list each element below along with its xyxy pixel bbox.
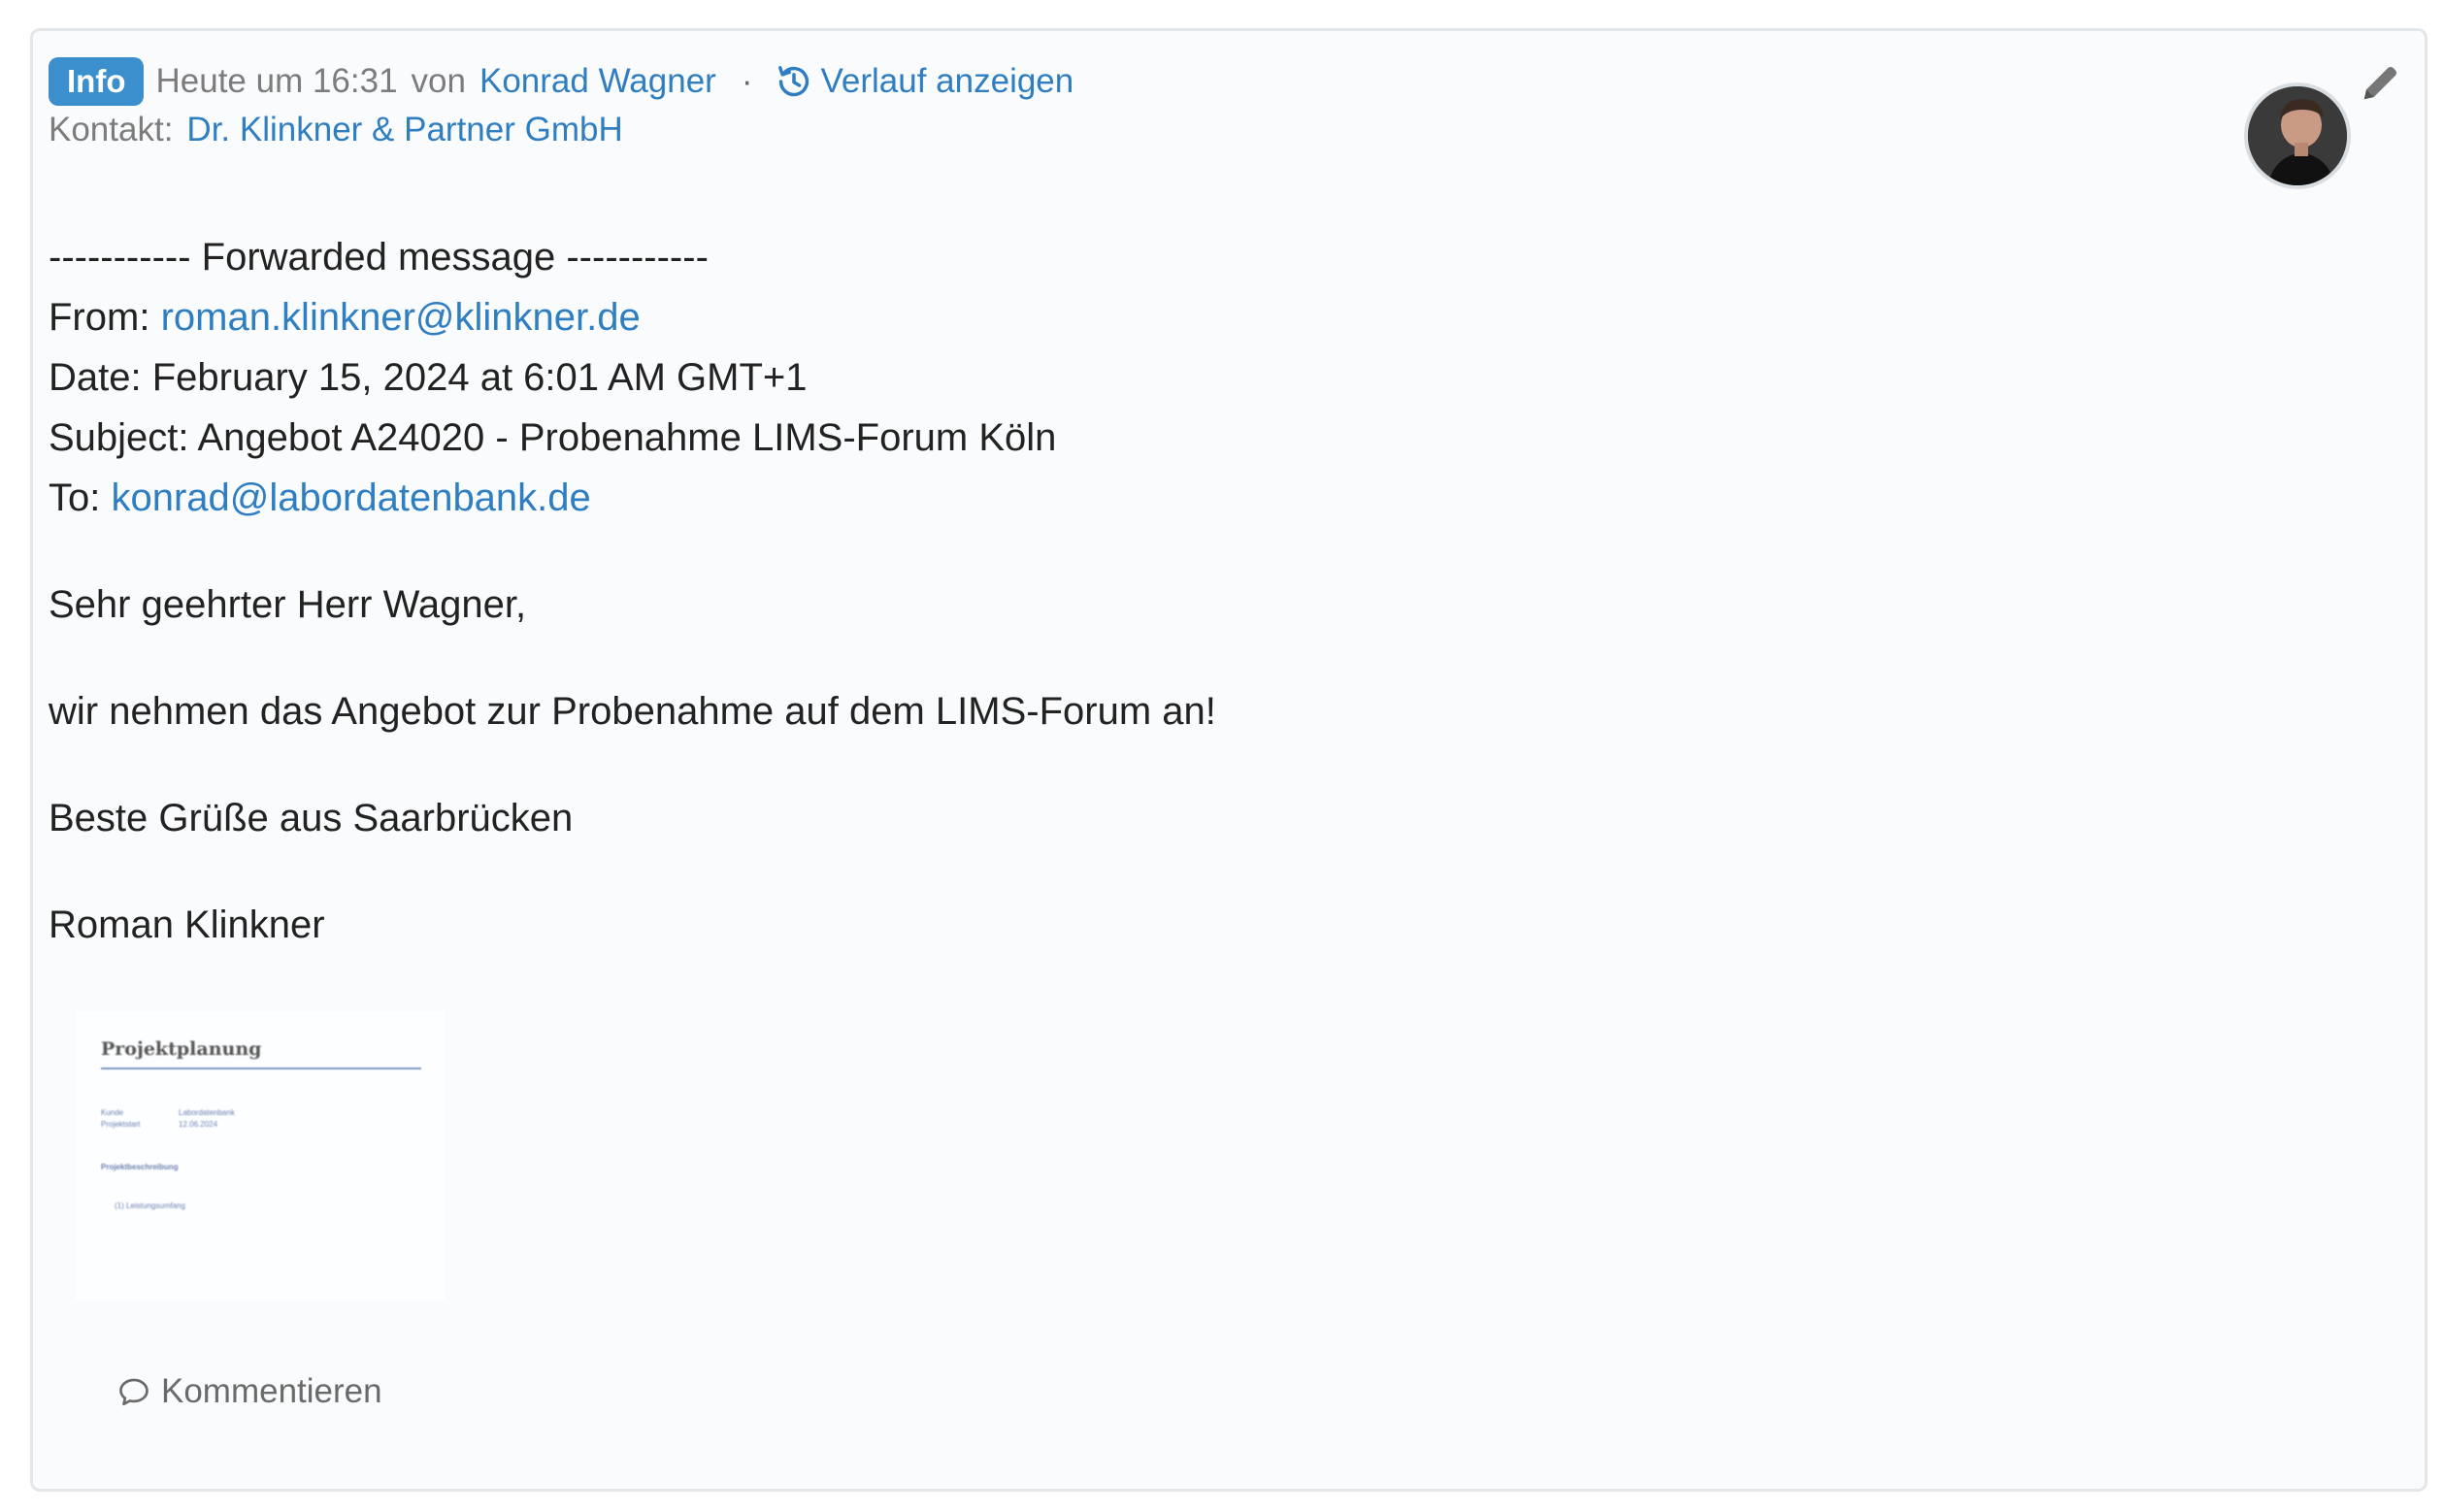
attachment-thumbnail[interactable]: Projektplanung Kunde Labordatenbank Proj… xyxy=(76,1011,445,1300)
history-icon xyxy=(776,63,812,100)
attachment-rule xyxy=(101,1068,421,1069)
from-label: From: xyxy=(49,296,150,339)
activity-meta: Info Heute um 16:31 von Konrad Wagner · … xyxy=(49,57,1073,154)
from-line: From: roman.klinkner@klinkner.de xyxy=(49,287,2281,347)
attachment-line1-value: Labordatenbank xyxy=(179,1108,235,1117)
attachment-section: Projektbeschreibung xyxy=(101,1163,179,1171)
body-text: wir nehmen das Angebot zur Probenahme au… xyxy=(49,690,1216,733)
by-label: von xyxy=(411,62,466,100)
message-body: ----------- Forwarded message ----------… xyxy=(49,227,2281,955)
greeting: Sehr geehrter Herr Wagner, xyxy=(49,583,527,626)
comment-label: Kommentieren xyxy=(161,1372,382,1410)
author-link[interactable]: Konrad Wagner xyxy=(479,57,716,106)
attachment-item: (1) Leistungsumfang xyxy=(115,1201,185,1210)
comment-button[interactable]: Kommentieren xyxy=(116,1372,382,1411)
history-link[interactable]: Verlauf anzeigen xyxy=(776,57,1073,106)
history-label: Verlauf anzeigen xyxy=(820,62,1074,100)
signature: Roman Klinkner xyxy=(49,904,325,946)
to-label: To: xyxy=(49,477,101,519)
pencil-icon[interactable] xyxy=(2359,60,2403,105)
contact-link[interactable]: Dr. Klinkner & Partner GmbH xyxy=(186,106,622,154)
to-line: To: konrad@labordatenbank.de xyxy=(49,468,2281,528)
comment-icon xyxy=(116,1374,151,1409)
attachment-line2-label: Projektstart xyxy=(101,1120,141,1129)
closing: Beste Grüße aus Saarbrücken xyxy=(49,797,574,839)
separator-dot: · xyxy=(741,62,753,100)
avatar[interactable] xyxy=(2244,82,2351,189)
subject-line: Subject: Angebot A24020 - Probenahme LIM… xyxy=(49,416,1057,459)
attachment-line2-value: 12.06.2024 xyxy=(179,1120,218,1129)
timestamp: Heute um 16:31 xyxy=(155,62,398,100)
from-email-link[interactable]: roman.klinkner@klinkner.de xyxy=(161,296,641,339)
attachment-line1-label: Kunde xyxy=(101,1108,124,1117)
forward-header: ----------- Forwarded message ----------… xyxy=(49,236,709,279)
attachment-title: Projektplanung xyxy=(101,1038,262,1060)
to-email-link[interactable]: konrad@labordatenbank.de xyxy=(111,477,590,519)
info-badge: Info xyxy=(49,57,145,106)
contact-label: Kontakt: xyxy=(49,111,174,148)
date-line: Date: February 15, 2024 at 6:01 AM GMT+1 xyxy=(49,356,808,399)
